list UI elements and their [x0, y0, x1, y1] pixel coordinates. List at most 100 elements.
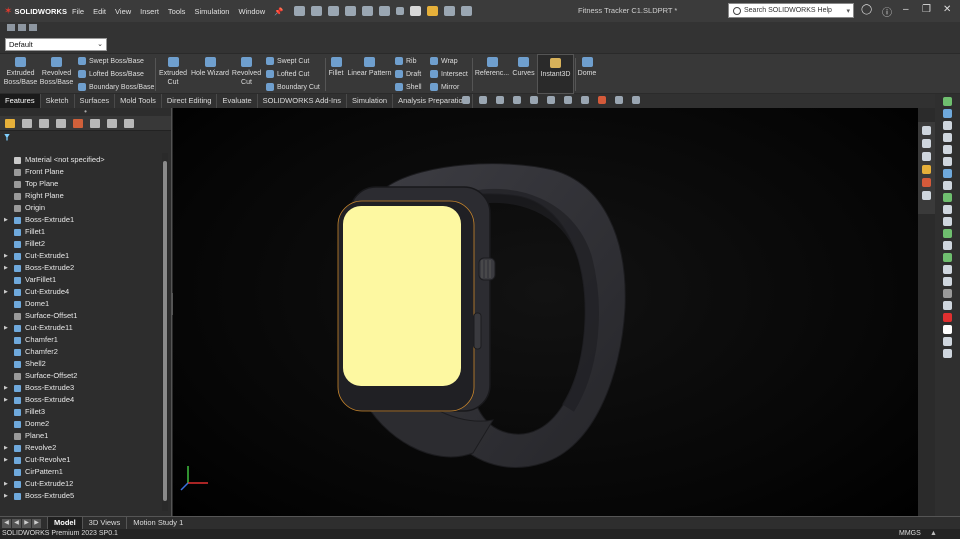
- menu-simulation[interactable]: Simulation: [194, 7, 229, 16]
- tab-sketch[interactable]: Sketch: [41, 94, 75, 108]
- right-toolbar-tool-icon[interactable]: [943, 193, 952, 202]
- home-icon[interactable]: [293, 6, 305, 16]
- prev-tab-icon[interactable]: ◀: [12, 518, 21, 528]
- expand-arrow-icon[interactable]: ▶: [4, 394, 8, 406]
- minimize-icon[interactable]: –: [903, 4, 909, 15]
- right-toolbar-tool-icon[interactable]: [943, 265, 952, 274]
- display-manager-icon[interactable]: [73, 118, 83, 128]
- tree-filter[interactable]: [0, 131, 171, 143]
- expand-arrow-icon[interactable]: ▶: [4, 286, 8, 298]
- expand-arrow-icon[interactable]: ▶: [4, 382, 8, 394]
- tree-item[interactable]: Fillet3: [0, 406, 162, 418]
- dimxpert-icon[interactable]: [56, 118, 66, 128]
- expand-arrow-icon[interactable]: ▶: [4, 490, 8, 502]
- right-toolbar-tool-icon[interactable]: [943, 253, 952, 262]
- edit-appearance-icon[interactable]: [598, 96, 606, 104]
- design-library-icon[interactable]: [922, 139, 931, 148]
- tree-item[interactable]: Chamfer2: [0, 346, 162, 358]
- tab-mold-tools[interactable]: Mold Tools: [115, 94, 162, 108]
- right-toolbar-tool-icon[interactable]: [943, 157, 952, 166]
- instant3d-button[interactable]: Instant3D: [537, 54, 574, 94]
- intersect-button[interactable]: Intersect: [430, 70, 468, 78]
- tab-addins[interactable]: SOLIDWORKS Add-Ins: [258, 94, 348, 108]
- lofted-boss-button[interactable]: Lofted Boss/Base: [78, 70, 144, 78]
- lofted-cut-button[interactable]: Lofted Cut: [266, 70, 309, 78]
- curves-button[interactable]: Curves: [510, 54, 537, 78]
- right-toolbar-tool-icon[interactable]: [943, 313, 952, 322]
- tree-item[interactable]: ▶ Boss-Extrude4: [0, 394, 162, 406]
- configuration-manager-icon[interactable]: [39, 118, 49, 128]
- tree-item[interactable]: Dome1: [0, 298, 162, 310]
- revolved-cut-button[interactable]: Revolved Cut: [231, 54, 262, 87]
- expand-arrow-icon[interactable]: ▶: [4, 250, 8, 262]
- fillet-button[interactable]: Fillet: [327, 54, 345, 78]
- right-toolbar-tool-icon[interactable]: [943, 229, 952, 238]
- display-style-icon[interactable]: [564, 96, 572, 104]
- expand-arrow-icon[interactable]: ▶: [4, 478, 8, 490]
- linear-pattern-button[interactable]: Linear Pattern: [347, 54, 392, 78]
- tab-analysis-preparation[interactable]: Analysis Preparation: [393, 94, 473, 108]
- layers-icon[interactable]: [18, 24, 26, 31]
- search-dropdown-icon[interactable]: ▾: [846, 7, 850, 15]
- right-toolbar-tool-icon[interactable]: [943, 337, 952, 346]
- pin-icon[interactable]: 📌: [274, 7, 283, 16]
- reference-geometry-button[interactable]: Referenc...: [474, 54, 510, 78]
- right-toolbar-tool-icon[interactable]: [943, 289, 952, 298]
- swept-cut-button[interactable]: Swept Cut: [266, 57, 309, 65]
- open-icon[interactable]: [327, 6, 339, 16]
- tree-item[interactable]: CirPattern1: [0, 466, 162, 478]
- boundary-boss-button[interactable]: Boundary Boss/Base: [78, 83, 154, 91]
- tree-item[interactable]: ▶ Cut-Extrude12: [0, 478, 162, 490]
- extruded-boss-button[interactable]: Extruded Boss/Base: [3, 54, 38, 87]
- tree-item[interactable]: ▶ Cut-Extrude1: [0, 250, 162, 262]
- right-toolbar-tool-icon[interactable]: [943, 277, 952, 286]
- previous-view-icon[interactable]: [496, 96, 504, 104]
- tree-item[interactable]: Surface-Offset1: [0, 310, 162, 322]
- tree-item[interactable]: ▶ Revolve2: [0, 442, 162, 454]
- options-gear-icon[interactable]: [460, 6, 472, 16]
- first-tab-icon[interactable]: ◀: [2, 518, 11, 528]
- menu-edit[interactable]: Edit: [93, 7, 106, 16]
- right-toolbar-tool-icon[interactable]: [943, 241, 952, 250]
- tree-item[interactable]: ▶ Boss-Extrude5: [0, 490, 162, 502]
- rebuild-icon[interactable]: [426, 6, 438, 16]
- configuration-select[interactable]: Default ⌄: [5, 38, 107, 51]
- new-document-icon[interactable]: [310, 6, 322, 16]
- expand-arrow-icon[interactable]: ▶: [4, 214, 8, 226]
- next-tab-icon[interactable]: ▶: [22, 518, 31, 528]
- print-icon[interactable]: [361, 6, 373, 16]
- right-toolbar-tool-icon[interactable]: [943, 325, 952, 334]
- tree-scrollbar[interactable]: [162, 153, 168, 511]
- tab-surfaces[interactable]: Surfaces: [75, 94, 116, 108]
- display-icon[interactable]: [29, 24, 37, 31]
- right-toolbar-tool-icon[interactable]: [943, 349, 952, 358]
- tab-motion-study[interactable]: Motion Study 1: [126, 517, 189, 529]
- right-toolbar-tool-icon[interactable]: [943, 301, 952, 310]
- menu-insert[interactable]: Insert: [140, 7, 159, 16]
- wrap-button[interactable]: Wrap: [430, 57, 458, 65]
- menu-window[interactable]: Window: [238, 7, 265, 16]
- tree-item[interactable]: Plane1: [0, 430, 162, 442]
- tree-item[interactable]: ▶ Cut-Extrude11: [0, 322, 162, 334]
- right-toolbar-tool-icon[interactable]: [943, 121, 952, 130]
- right-toolbar-tool-icon[interactable]: [943, 145, 952, 154]
- cam-icon[interactable]: [90, 118, 100, 128]
- extruded-cut-button[interactable]: Extruded Cut: [157, 54, 189, 87]
- tab-3d-views[interactable]: 3D Views: [81, 517, 127, 529]
- tree-item[interactable]: ▶ Boss-Extrude2: [0, 262, 162, 274]
- revolved-boss-button[interactable]: Revolved Boss/Base: [39, 54, 74, 87]
- property-manager-icon[interactable]: [22, 118, 32, 128]
- tree-item[interactable]: Right Plane: [0, 190, 162, 202]
- tree-item[interactable]: Top Plane: [0, 178, 162, 190]
- tree-item[interactable]: Front Plane: [0, 166, 162, 178]
- feature-tree-icon[interactable]: [5, 118, 15, 128]
- camera-icon[interactable]: [7, 24, 15, 31]
- expand-arrow-icon[interactable]: ▶: [4, 454, 8, 466]
- close-icon[interactable]: ✕: [943, 4, 951, 15]
- tab-model[interactable]: Model: [47, 517, 82, 529]
- tree-item[interactable]: ▶ Cut-Revolve1: [0, 454, 162, 466]
- expand-arrow-icon[interactable]: ▶: [4, 322, 8, 334]
- zoom-area-icon[interactable]: [479, 96, 487, 104]
- hole-wizard-button[interactable]: Hole Wizard: [190, 54, 230, 78]
- undo-icon[interactable]: [378, 6, 390, 16]
